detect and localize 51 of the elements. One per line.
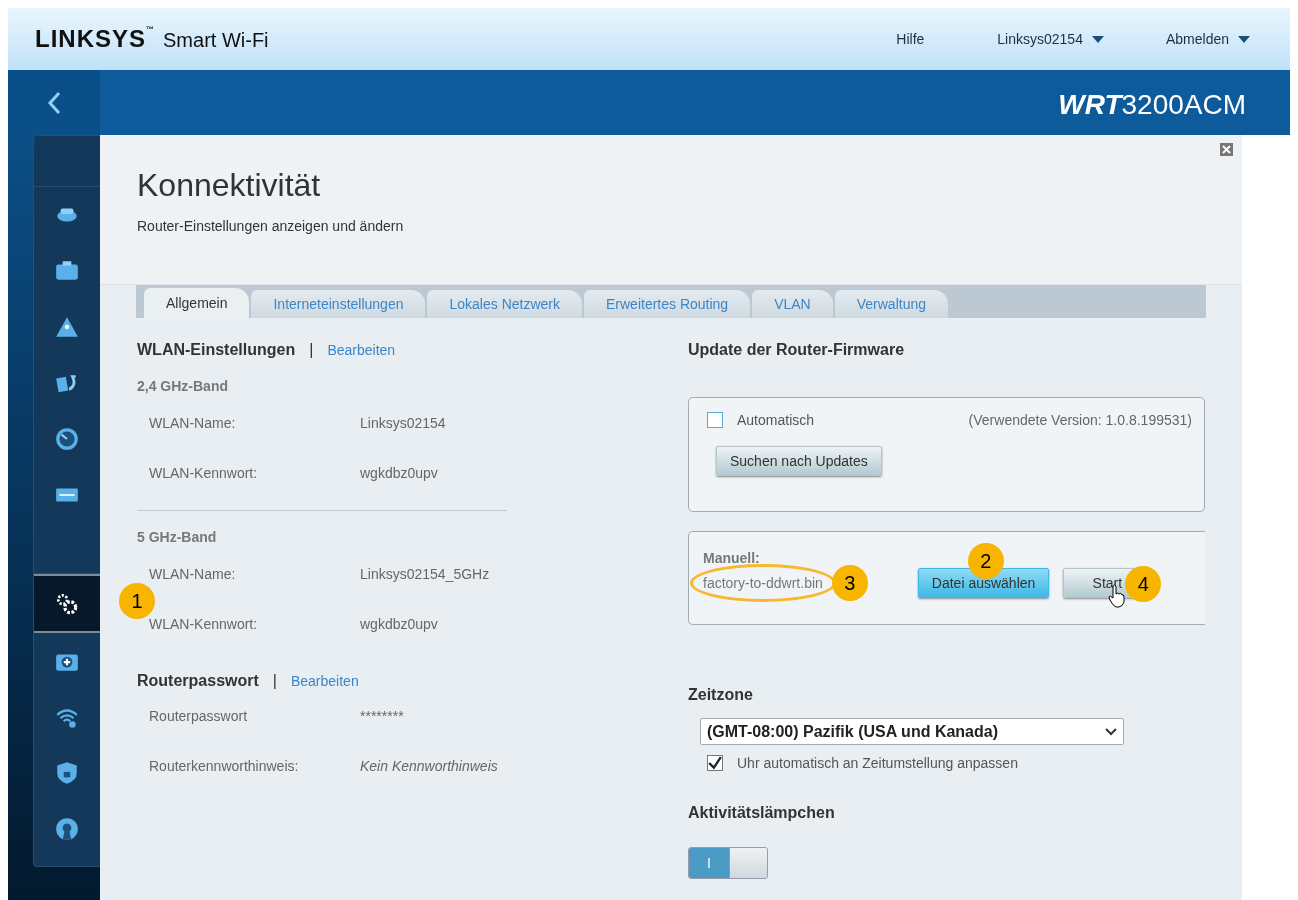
timezone-select[interactable]: (GMT-08:00) Pazifik (USA und Kanada) (700, 718, 1124, 745)
band-heading: 5 GHz-Band (137, 529, 218, 547)
callout-number: 4 (1125, 566, 1162, 602)
band-heading: 2,4 GHz-Band (137, 378, 229, 396)
page-subtitle: Router-Einstellungen anzeigen und ändern (137, 218, 404, 234)
field-label: WLAN-Name: (148, 566, 237, 582)
callout-number: 3 (831, 565, 868, 601)
checkbox[interactable] (707, 755, 723, 771)
model-number: 3200ACM (1121, 88, 1246, 121)
choose-file-button[interactable]: Datei auswählen (917, 568, 1050, 598)
checkbox-label: Automatisch (737, 412, 815, 428)
chevron-down-icon (1105, 727, 1117, 736)
header-link[interactable]: Hilfe (896, 31, 925, 47)
check-updates-button[interactable]: Suchen nach Updates (716, 446, 882, 476)
section-heading: Aktivitätslämpchen (688, 804, 835, 822)
field-label: WLAN-Kennwort: (148, 616, 259, 632)
page-title: Konnektivität (137, 166, 321, 204)
checkbox[interactable] (707, 412, 723, 428)
section-heading: Update der Router-Firmware (688, 341, 905, 359)
section-heading: Routerpasswort (137, 672, 259, 690)
manual-label: Manuell: (703, 550, 760, 564)
header-link[interactable]: Linksys02154 (997, 31, 1104, 47)
field-label: WLAN-Name: (148, 415, 237, 431)
sidebar-item[interactable] (34, 574, 100, 633)
field-value: Kein Kennworthinweis (360, 758, 498, 774)
field-label: Routerkennworthinweis: (148, 758, 300, 774)
section-heading: Zeitzone (688, 686, 753, 704)
close-icon[interactable] (1220, 143, 1233, 156)
field-value: Linksys02154 (360, 415, 446, 431)
version-text: (Verwendete Version: 1.0.8.199531) (968, 412, 1192, 428)
section-heading: WLAN-Einstellungen (137, 341, 296, 359)
header-link[interactable]: Abmelden (1165, 31, 1250, 47)
logo-text: LINKSYS$^{™}$ (35, 25, 155, 53)
field-value: wgkdbz0upv (360, 616, 438, 632)
caret-icon (1238, 35, 1250, 43)
model-brand: WRT (1058, 88, 1122, 121)
field-label: WLAN-Kennwort: (148, 465, 259, 481)
product-name: Smart Wi-Fi (163, 29, 269, 52)
back-icon[interactable] (47, 90, 61, 115)
caret-icon (1091, 35, 1104, 43)
separator: | (309, 341, 314, 359)
callout-number: 2 (967, 543, 1004, 579)
checkbox-label: Uhr automatisch an Zeitumstellung anpassen (737, 755, 1018, 771)
field-label: Routerpasswort (148, 708, 249, 724)
field-value: Linksys02154_5GHz (360, 566, 490, 582)
field-value: ******** (360, 708, 404, 724)
speedometer-icon (53, 425, 81, 452)
separator: | (272, 672, 277, 690)
keyhole-icon (53, 815, 81, 842)
tab[interactable]: Allgemein (144, 288, 250, 318)
field-value: wgkdbz0upv (360, 465, 438, 481)
